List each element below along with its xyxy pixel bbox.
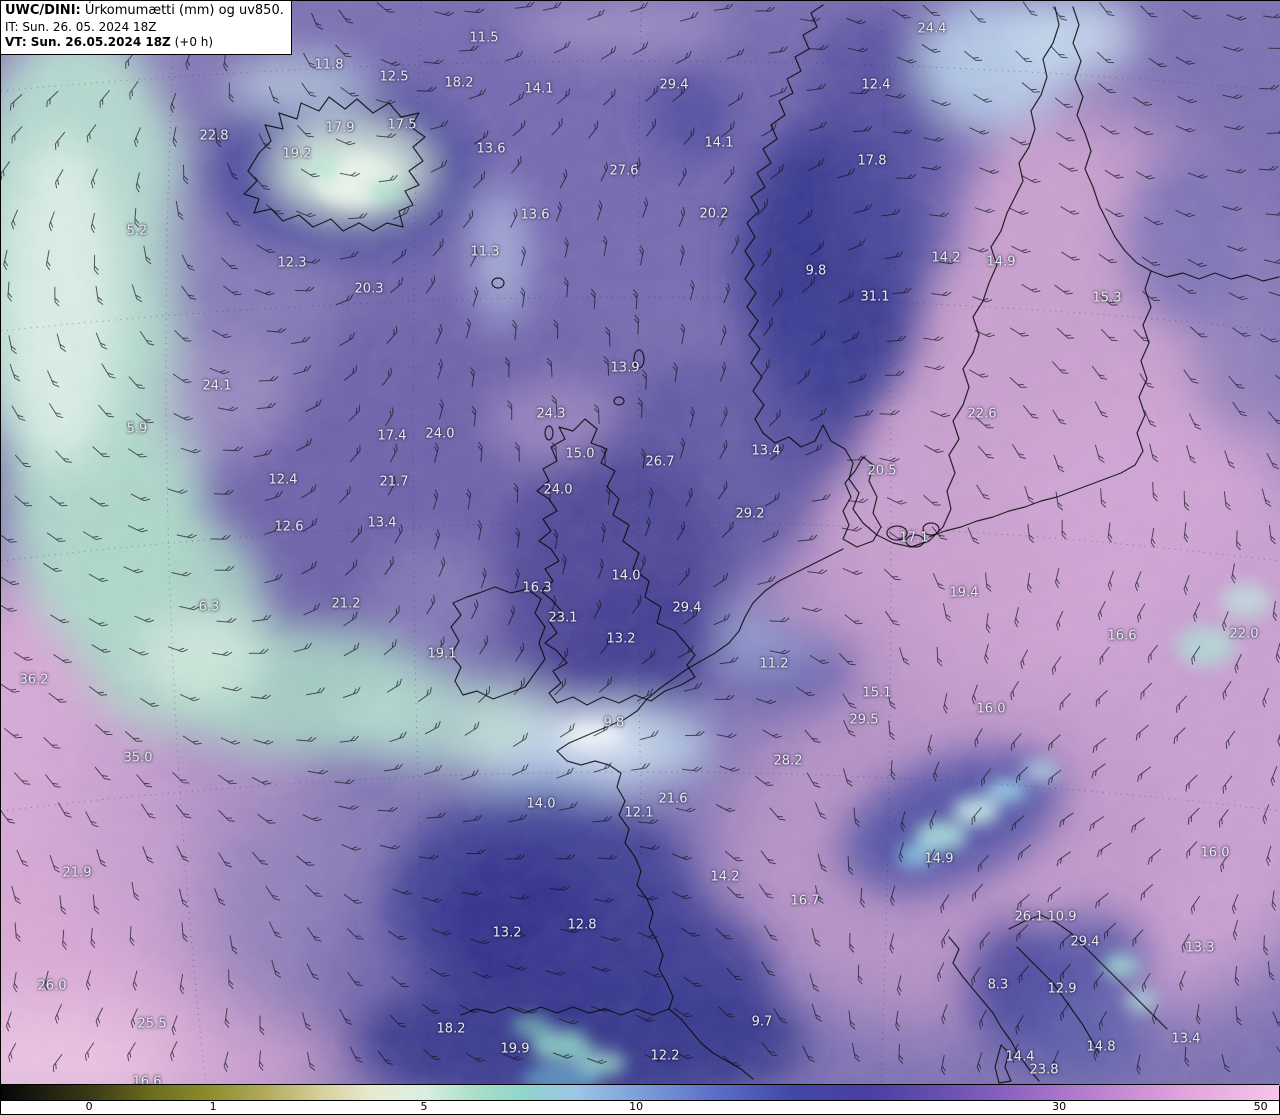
colorbar-gradient: [1, 1085, 1279, 1101]
colorbar-ticks: 0 1 5 10 30 50: [1, 1101, 1279, 1114]
map-area: 11.524.411.812.518.214.129.412.422.817.9…: [1, 1, 1280, 1086]
colorbar-tick: 30: [1052, 1100, 1066, 1113]
title-line: UWC/DINI: Úrkomumætti (mm) og uv850.: [5, 3, 284, 20]
colorbar-tick: 1: [210, 1100, 217, 1113]
colorbar-legend: 0 1 5 10 30 50: [1, 1084, 1279, 1114]
product-name: Úrkomumætti (mm) og uv850.: [85, 3, 284, 18]
colorbar-tick: 0: [86, 1100, 93, 1113]
precipitation-map: [1, 1, 1280, 1086]
weather-map-screen: 11.524.411.812.518.214.129.412.422.817.9…: [0, 0, 1280, 1115]
valid-time: VT: Sun. 26.05.2024 18Z: [5, 35, 171, 49]
valid-time-line: VT: Sun. 26.05.2024 18Z (+0 h): [5, 35, 284, 51]
colorbar-tick: 5: [421, 1100, 428, 1113]
title-box: UWC/DINI: Úrkomumætti (mm) og uv850. IT:…: [1, 1, 292, 55]
colorbar-tick: 10: [629, 1100, 643, 1113]
valid-offset: (+0 h): [175, 35, 213, 49]
init-time: IT: Sun. 26. 05. 2024 18Z: [5, 20, 284, 36]
model-name: UWC/DINI:: [5, 3, 81, 18]
colorbar-tick: 50: [1254, 1100, 1268, 1113]
